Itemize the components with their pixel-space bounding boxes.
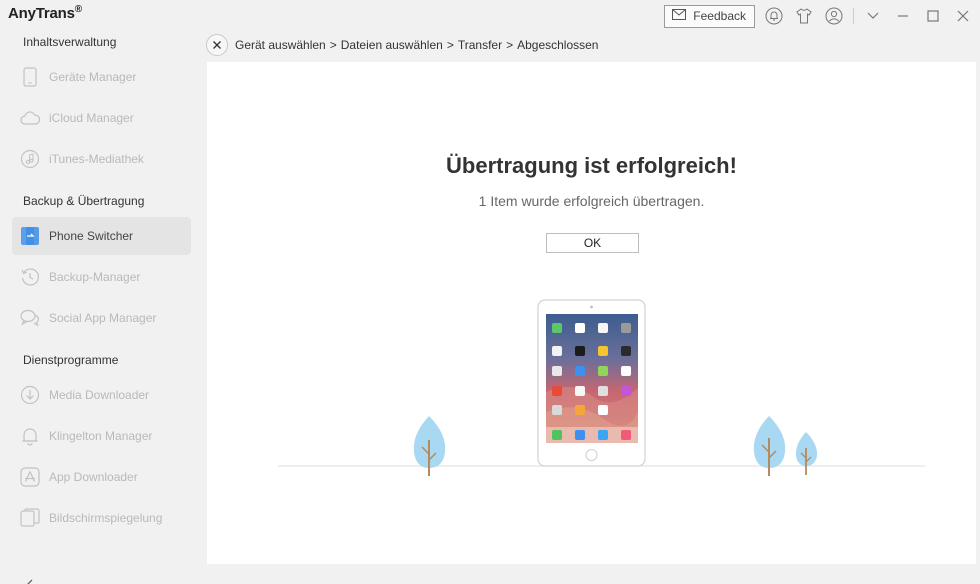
- sidebar-item-device-manager[interactable]: Geräte Manager: [12, 58, 191, 96]
- main-panel: Übertragung ist erfolgreich! 1 Item wurd…: [207, 62, 976, 564]
- section-title-content-management: Inhaltsverwaltung: [23, 35, 117, 49]
- breadcrumb-item: Dateien auswählen: [340, 38, 443, 52]
- chevron-left-icon: [27, 579, 33, 584]
- tree-icon: [795, 432, 818, 475]
- sidebar-item-label: Geräte Manager: [49, 70, 137, 84]
- app-title: AnyTrans®: [8, 4, 82, 22]
- breadcrumb-item-current: Abgeschlossen: [517, 38, 599, 52]
- sidebar-item-itunes-library[interactable]: iTunes-Mediathek: [12, 140, 191, 178]
- section-title-utilities: Dienstprogramme: [23, 353, 119, 367]
- sidebar-item-label: Media Downloader: [49, 388, 150, 402]
- sidebar-item-social-app-manager[interactable]: Social App Manager: [12, 299, 191, 337]
- sidebar-item-media-downloader[interactable]: Media Downloader: [12, 376, 191, 414]
- phone-switcher-icon: [20, 226, 40, 246]
- sidebar-item-label: Klingelton Manager: [49, 429, 153, 443]
- bell-icon[interactable]: [763, 5, 785, 27]
- titlebar-controls: Feedback: [664, 4, 974, 28]
- breadcrumb-separator: >: [329, 38, 337, 52]
- sidebar-item-label: iTunes-Mediathek: [49, 152, 144, 166]
- phone-icon: [20, 67, 40, 87]
- sidebar-item-backup-manager[interactable]: Backup-Manager: [12, 258, 191, 296]
- tree-icon: [753, 416, 786, 476]
- sidebar-item-label: iCloud Manager: [49, 111, 134, 125]
- close-transfer-button[interactable]: [206, 34, 228, 56]
- breadcrumb-item: Gerät auswählen: [235, 38, 326, 52]
- sidebar-item-app-downloader[interactable]: App Downloader: [12, 458, 191, 496]
- chat-bubbles-icon: [20, 308, 40, 328]
- sidebar-item-icloud-manager[interactable]: iCloud Manager: [12, 99, 191, 137]
- sidebar-item-label: Backup-Manager: [49, 270, 141, 284]
- section-title-backup-transfer: Backup & Übertragung: [23, 194, 145, 208]
- breadcrumb-item: Transfer: [457, 38, 503, 52]
- breadcrumb: Gerät auswählen > Dateien auswählen > Tr…: [235, 38, 598, 52]
- breadcrumb-separator: >: [446, 38, 454, 52]
- close-icon[interactable]: [952, 5, 974, 27]
- registered-mark: ®: [74, 4, 82, 15]
- minimize-icon[interactable]: [892, 5, 914, 27]
- envelope-icon: [672, 9, 687, 23]
- history-icon: [20, 267, 40, 287]
- music-note-icon: [20, 149, 40, 169]
- maximize-icon[interactable]: [922, 5, 944, 27]
- sidebar-item-label: Phone Switcher: [49, 229, 134, 243]
- user-icon[interactable]: [823, 5, 845, 27]
- sidebar: Inhaltsverwaltung Geräte Manager iCloud …: [0, 30, 200, 584]
- titlebar-divider: [853, 8, 854, 24]
- download-icon: [20, 385, 40, 405]
- sidebar-item-label: App Downloader: [49, 470, 138, 484]
- close-icon: [213, 41, 221, 49]
- app-name: AnyTrans: [8, 5, 75, 22]
- sidebar-item-phone-switcher[interactable]: Phone Switcher: [12, 217, 191, 255]
- breadcrumb-separator: >: [506, 38, 514, 52]
- sidebar-item-label: Bildschirmspiegelung: [49, 511, 163, 525]
- feedback-button[interactable]: Feedback: [664, 4, 755, 28]
- bell-icon: [20, 426, 40, 446]
- cloud-icon: [20, 108, 40, 128]
- app-store-icon: [20, 467, 40, 487]
- mirror-screen-icon: [20, 508, 40, 528]
- feedback-label: Feedback: [693, 9, 746, 23]
- ipad-icon: [537, 299, 646, 467]
- sidebar-item-label: Social App Manager: [49, 311, 157, 325]
- collapse-sidebar-button[interactable]: [22, 577, 38, 584]
- sidebar-item-ringtone-manager[interactable]: Klingelton Manager: [12, 417, 191, 455]
- sidebar-item-screen-mirroring[interactable]: Bildschirmspiegelung: [12, 499, 191, 537]
- tree-icon: [413, 416, 446, 476]
- success-illustration: [278, 299, 925, 476]
- tshirt-icon[interactable]: [793, 5, 815, 27]
- chevron-down-icon[interactable]: [862, 5, 884, 27]
